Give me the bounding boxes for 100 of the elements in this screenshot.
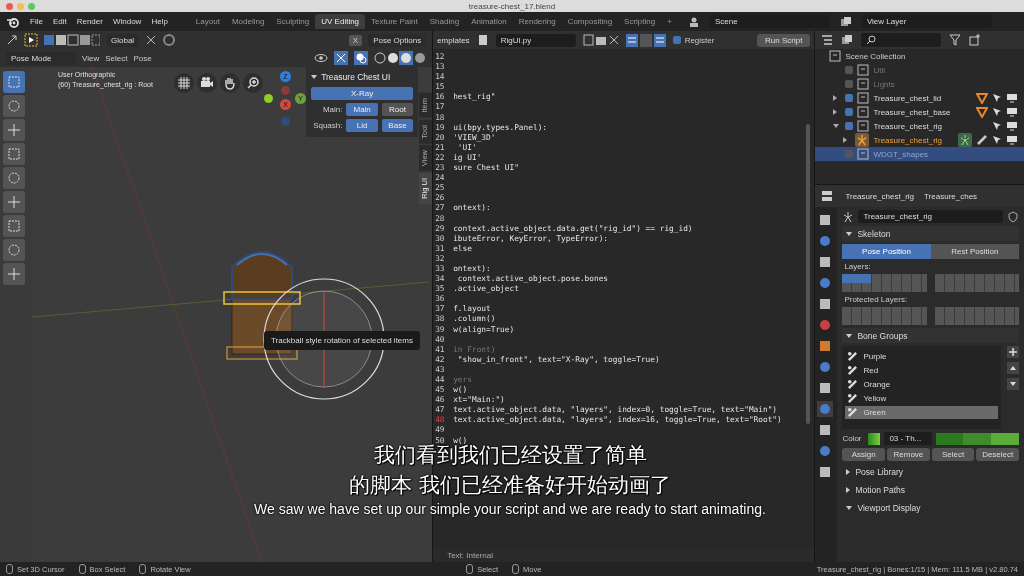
menu-item[interactable]: Edit bbox=[52, 17, 67, 26]
collapse-arrow-icon[interactable] bbox=[846, 468, 851, 475]
list-item[interactable]: Green bbox=[845, 406, 998, 419]
blender-logo-icon[interactable] bbox=[6, 15, 20, 28]
list-item[interactable]: Purple bbox=[845, 350, 998, 363]
data-name-field[interactable]: Treasure_chest_rig bbox=[858, 210, 1003, 223]
scene-field[interactable]: Scene bbox=[709, 15, 830, 28]
selection-modes-icon[interactable] bbox=[44, 34, 100, 46]
monitor-icon[interactable] bbox=[1006, 93, 1018, 103]
collapse-arrow-icon[interactable] bbox=[846, 486, 851, 493]
panel-title[interactable]: Motion Paths bbox=[855, 484, 906, 495]
select-box-icon[interactable] bbox=[3, 71, 25, 93]
position-toggle[interactable]: Rest Position bbox=[930, 244, 1019, 259]
layer-toggle[interactable]: Main bbox=[346, 103, 378, 116]
collapse-arrow-icon[interactable] bbox=[846, 505, 853, 510]
exclude-checkbox[interactable] bbox=[845, 150, 854, 158]
collapse-arrow-icon[interactable] bbox=[311, 75, 318, 79]
workspace-tab[interactable]: Sculpting bbox=[270, 14, 316, 29]
add-icon[interactable] bbox=[1007, 346, 1019, 358]
viewport-menu-item[interactable]: Select bbox=[105, 53, 128, 63]
mode-dropdown[interactable]: Pose Mode bbox=[6, 51, 76, 65]
layer-toggle[interactable]: Root bbox=[381, 103, 414, 116]
color-set-dropdown[interactable]: 03 - Th... bbox=[884, 432, 933, 445]
monitor-icon[interactable] bbox=[1006, 121, 1018, 131]
expand-arrow-icon[interactable] bbox=[833, 95, 838, 101]
collapse-arrow-icon[interactable] bbox=[846, 333, 853, 338]
gizmo-toggle-icon[interactable] bbox=[334, 51, 349, 65]
workspace-tab[interactable]: Layout bbox=[189, 14, 226, 29]
tree-item[interactable]: Treasure_chest_base bbox=[873, 107, 951, 117]
viewport-menu-item[interactable]: View bbox=[82, 53, 100, 63]
hand-icon[interactable] bbox=[220, 73, 240, 93]
expand-arrow-icon[interactable] bbox=[833, 124, 840, 128]
menu-item[interactable]: Window bbox=[112, 17, 142, 26]
display-mode-icon[interactable] bbox=[821, 34, 834, 46]
panel-title[interactable]: Skeleton bbox=[857, 228, 891, 239]
select-mode-icon[interactable] bbox=[24, 33, 38, 47]
list-item[interactable]: Yellow bbox=[845, 392, 998, 405]
view-toggles-icon[interactable] bbox=[625, 33, 666, 47]
layer-toggle[interactable]: Lid bbox=[346, 119, 378, 132]
register-checkbox[interactable]: Register bbox=[672, 35, 715, 45]
position-toggle[interactable]: Pose Position bbox=[842, 244, 931, 259]
camera-icon[interactable] bbox=[197, 73, 217, 93]
layer-toggle[interactable]: Base bbox=[381, 119, 414, 132]
menu-item[interactable]: Help bbox=[151, 17, 168, 26]
proportional-edit-icon[interactable] bbox=[163, 34, 176, 46]
run-script-button[interactable]: Run Script bbox=[757, 33, 811, 47]
filter-icon[interactable] bbox=[949, 34, 962, 46]
tree-item[interactable]: Scene Collection bbox=[845, 51, 906, 61]
menu-item[interactable]: Render bbox=[76, 17, 103, 26]
zoom-icon[interactable] bbox=[243, 73, 263, 93]
list-item[interactable]: Red bbox=[845, 364, 998, 377]
layers-icon[interactable] bbox=[841, 34, 854, 46]
workspace-tab[interactable]: Compositing bbox=[561, 14, 619, 29]
exclude-checkbox[interactable] bbox=[845, 108, 854, 116]
exclude-checkbox[interactable] bbox=[845, 94, 854, 102]
file-actions-icon[interactable] bbox=[582, 34, 619, 46]
exclude-checkbox[interactable] bbox=[845, 80, 854, 88]
exclude-checkbox[interactable] bbox=[845, 66, 854, 74]
pose-options-dropdown[interactable]: Pose Options bbox=[368, 33, 427, 47]
tree-item[interactable]: Treasure_chest_rig bbox=[873, 121, 943, 131]
x-ray-toggle[interactable]: X-Ray bbox=[311, 87, 414, 100]
workspace-tab[interactable]: Animation bbox=[465, 14, 513, 29]
exclude-checkbox[interactable] bbox=[845, 122, 854, 130]
color-swatch[interactable] bbox=[868, 432, 881, 445]
workspace-tab[interactable]: UV Editing bbox=[315, 14, 366, 29]
workspace-tab[interactable]: Shading bbox=[423, 14, 466, 29]
tree-item[interactable]: WDGT_shapes bbox=[873, 149, 929, 159]
grid-icon[interactable] bbox=[174, 73, 194, 93]
templates-menu[interactable]: emplates bbox=[437, 35, 470, 45]
action-button[interactable]: Assign bbox=[842, 448, 886, 461]
monitor-icon[interactable] bbox=[1006, 107, 1018, 117]
snap-icon[interactable] bbox=[145, 34, 158, 46]
panel-title[interactable]: Pose Library bbox=[855, 466, 904, 477]
menu-item[interactable]: File bbox=[30, 17, 43, 26]
add-workspace-button[interactable]: + bbox=[661, 14, 678, 29]
view-layer-field[interactable]: View Layer bbox=[861, 15, 992, 28]
shield-icon[interactable] bbox=[1007, 210, 1019, 223]
workspace-tab[interactable]: Modeling bbox=[225, 14, 271, 29]
cursor-icon[interactable] bbox=[3, 95, 25, 117]
workspace-tab[interactable]: Scripting bbox=[618, 14, 662, 29]
scrollbar[interactable] bbox=[806, 124, 811, 424]
tree-item[interactable]: Treasure_chest_lid bbox=[873, 93, 942, 103]
monitor-icon[interactable] bbox=[1006, 135, 1018, 145]
workspace-tab[interactable]: Rendering bbox=[512, 14, 562, 29]
transform-orientation-dropdown[interactable]: Global bbox=[106, 33, 140, 47]
collapse-arrow-icon[interactable] bbox=[846, 231, 853, 236]
pose-icon[interactable] bbox=[958, 133, 972, 147]
transform-pivot-icon[interactable] bbox=[6, 34, 18, 46]
action-button[interactable]: Remove bbox=[887, 448, 930, 461]
list-item[interactable]: Orange bbox=[845, 378, 998, 391]
move-icon[interactable] bbox=[3, 119, 25, 141]
tree-item[interactable]: Treasure_chest_rig bbox=[873, 135, 943, 145]
shading-modes-icon[interactable] bbox=[374, 51, 427, 65]
search-field[interactable] bbox=[861, 33, 942, 47]
visibility-icon[interactable] bbox=[314, 52, 329, 64]
panel-title[interactable]: Viewport Display bbox=[857, 502, 921, 513]
action-button[interactable]: Deselect bbox=[976, 448, 1020, 461]
viewport-menu-item[interactable]: Pose bbox=[133, 53, 152, 63]
layers-icon[interactable] bbox=[839, 15, 852, 28]
breadcrumb-item[interactable]: Treasure_ches bbox=[924, 191, 978, 201]
